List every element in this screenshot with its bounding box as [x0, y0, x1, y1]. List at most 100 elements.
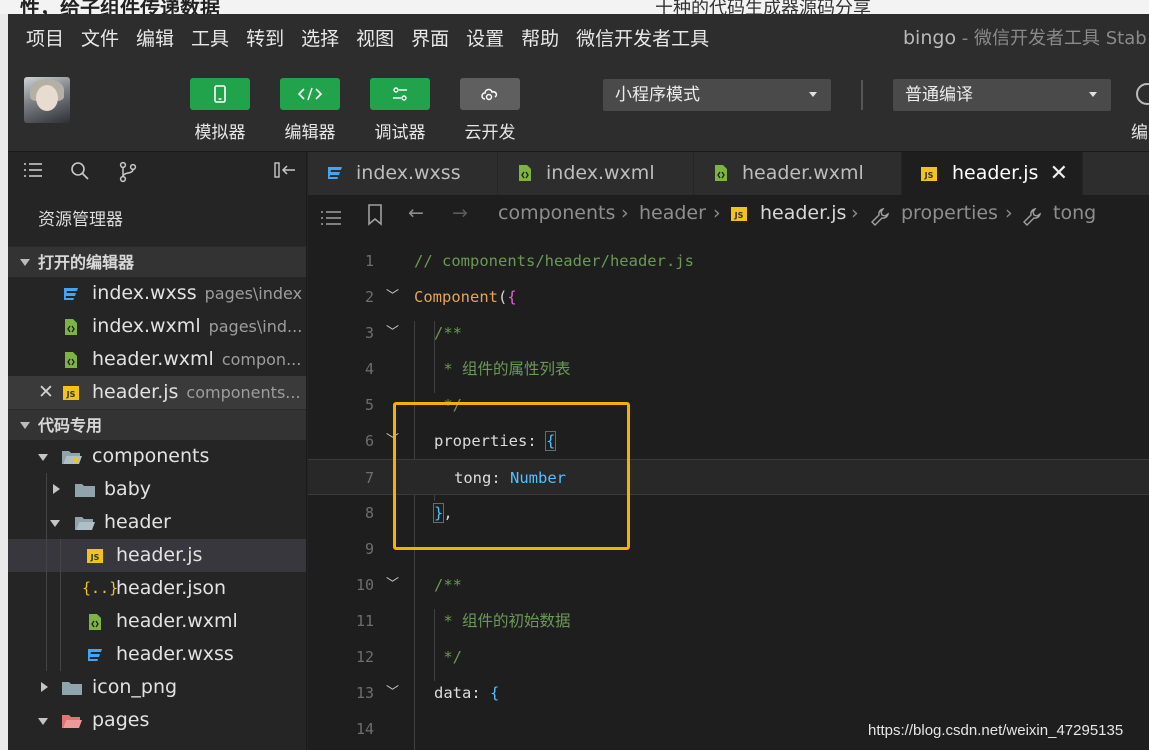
chevron-down-icon [1089, 92, 1097, 97]
tree-label: header [104, 511, 171, 533]
simulator-button[interactable] [190, 78, 250, 110]
source-control-icon[interactable] [118, 161, 138, 187]
tree-folder-header[interactable]: header [8, 506, 306, 539]
tree-file-header-wxml[interactable]: header.wxml [8, 605, 306, 638]
line-number: 1 [364, 252, 374, 270]
tab-header-wxml[interactable]: header.wxml [694, 152, 902, 195]
wxml-file-icon [89, 614, 101, 630]
tree-folder-baby[interactable]: baby [8, 473, 306, 506]
code-line[interactable]: 3 ﹀ /** [308, 315, 1149, 351]
open-editor-item[interactable]: index.wxml pages\ind... [8, 310, 306, 343]
open-editors-header[interactable]: 打开的编辑器 [8, 246, 306, 277]
simulator-label: 模拟器 [194, 123, 246, 143]
folder-open-icon [62, 451, 82, 464]
menu-item-edit[interactable]: 编辑 [136, 24, 174, 51]
menu-item-view[interactable]: 视图 [356, 24, 394, 51]
code-line[interactable]: 13 ﹀ data: { [308, 675, 1149, 711]
breadcrumb-item[interactable]: header.js [760, 195, 846, 231]
open-editor-item[interactable]: index.wxss pages\index [8, 277, 306, 310]
project-header[interactable]: 代码专用 [8, 409, 306, 440]
debugger-label: 调试器 [374, 123, 426, 143]
compile-select[interactable]: 普通编译 [893, 79, 1111, 111]
menu-item-interface[interactable]: 界面 [411, 24, 449, 51]
tab-index-wxml[interactable]: index.wxml [498, 152, 694, 195]
breadcrumb-item[interactable]: header [639, 195, 706, 231]
js-file-icon: JS [921, 167, 937, 181]
chevron-down-icon [20, 422, 30, 429]
code-line[interactable]: 10 ﹀ /** [308, 567, 1149, 603]
debugger-button[interactable] [370, 78, 430, 110]
open-editor-path: components... [186, 383, 301, 402]
folder-open-icon [62, 715, 82, 728]
svg-text:JS: JS [66, 390, 76, 399]
background-left-edge [0, 14, 8, 750]
code-line[interactable]: 4 * 组件的属性列表 [308, 351, 1149, 387]
code-line[interactable]: 12 */ [308, 639, 1149, 675]
close-icon[interactable]: ✕ [1050, 152, 1068, 195]
fold-chevron-icon[interactable]: ﹀ [386, 675, 399, 711]
menu-item-project[interactable]: 项目 [26, 24, 64, 51]
menu-item-tools[interactable]: 工具 [191, 24, 229, 51]
menu-item-file[interactable]: 文件 [81, 24, 119, 51]
code-text: /** [434, 324, 462, 342]
background-strip: 性，给子组件传递数据 十种的代码生成器源码分享 [0, 0, 1149, 14]
cloud-dev-button[interactable] [460, 78, 520, 110]
sidebar-title: 资源管理器 [38, 210, 123, 230]
breadcrumb-item[interactable]: components [498, 195, 615, 231]
back-arrow-icon[interactable]: ← [408, 195, 424, 231]
code-text: Component({ [414, 288, 517, 306]
open-editor-path: pages\ind... [208, 317, 303, 336]
wxss-file-icon [88, 649, 102, 661]
open-editor-item-active[interactable]: ✕ JS header.js components... [8, 376, 306, 409]
close-icon[interactable]: ✕ [38, 376, 54, 409]
tree-folder-icon-png[interactable]: icon_png [8, 671, 306, 704]
collapse-panel-icon[interactable] [274, 161, 296, 183]
tab-header-js[interactable]: JS header.js ✕ [902, 152, 1083, 195]
code-line[interactable]: 1 // components/header/header.js [308, 243, 1149, 279]
chevron-right-icon: › [621, 202, 629, 224]
fold-chevron-icon[interactable]: ﹀ [386, 567, 399, 603]
wxml-file-icon [65, 319, 77, 335]
breadcrumb-item[interactable]: properties [901, 195, 998, 231]
menu-item-settings[interactable]: 设置 [466, 24, 504, 51]
refresh-icon[interactable] [1136, 83, 1149, 105]
code-line[interactable]: 2 ﹀ Component({ [308, 279, 1149, 315]
open-editor-item[interactable]: header.wxml compon... [8, 343, 306, 376]
breadcrumb-item[interactable]: tong [1053, 195, 1096, 231]
list-icon[interactable] [23, 161, 43, 183]
menu-item-help[interactable]: 帮助 [521, 24, 559, 51]
tree-folder-components[interactable]: components [8, 440, 306, 473]
tree-file-header-js[interactable]: JS header.js [8, 539, 306, 572]
code-line[interactable]: 11 * 组件的初始数据 [308, 603, 1149, 639]
menu-item-select[interactable]: 选择 [301, 24, 339, 51]
chevron-down-icon [38, 718, 48, 725]
highlight-annotation-box [393, 402, 630, 550]
wxss-file-icon [328, 167, 342, 179]
tab-index-wxss[interactable]: index.wxss [308, 152, 498, 195]
toolbar: 模拟器 编辑器 调试器 云开发 小程序模式 普通编译 编 [8, 60, 1149, 152]
editor-button[interactable] [280, 78, 340, 110]
menu-item-goto[interactable]: 转到 [246, 24, 284, 51]
forward-arrow-icon[interactable]: → [452, 195, 468, 231]
line-number: 13 [355, 684, 374, 702]
line-number: 10 [355, 576, 374, 594]
line-number: 6 [364, 432, 374, 450]
tree-file-header-json[interactable]: {..} header.json [8, 572, 306, 605]
mode-select-value: 小程序模式 [615, 85, 700, 105]
fold-chevron-icon[interactable]: ﹀ [386, 279, 399, 315]
compile-select-value: 普通编译 [905, 85, 973, 105]
code-text: /** [434, 576, 462, 594]
tree-folder-pages[interactable]: pages [8, 704, 306, 737]
mode-select[interactable]: 小程序模式 [603, 79, 831, 111]
code-line[interactable]: 15 } [308, 739, 1149, 750]
code-text: * 组件的初始数据 [434, 612, 571, 630]
app-name: 微信开发者工具 Stab [974, 28, 1147, 49]
sidebar-icon-bar [8, 152, 306, 194]
project-label: 代码专用 [38, 416, 103, 435]
tree-file-header-wxss[interactable]: header.wxss [8, 638, 306, 671]
menu-item-wechat-devtools[interactable]: 微信开发者工具 [576, 24, 709, 51]
project-name: bingo [903, 27, 957, 49]
search-icon[interactable] [70, 161, 90, 185]
fold-chevron-icon[interactable]: ﹀ [386, 315, 399, 351]
avatar[interactable] [24, 77, 70, 123]
